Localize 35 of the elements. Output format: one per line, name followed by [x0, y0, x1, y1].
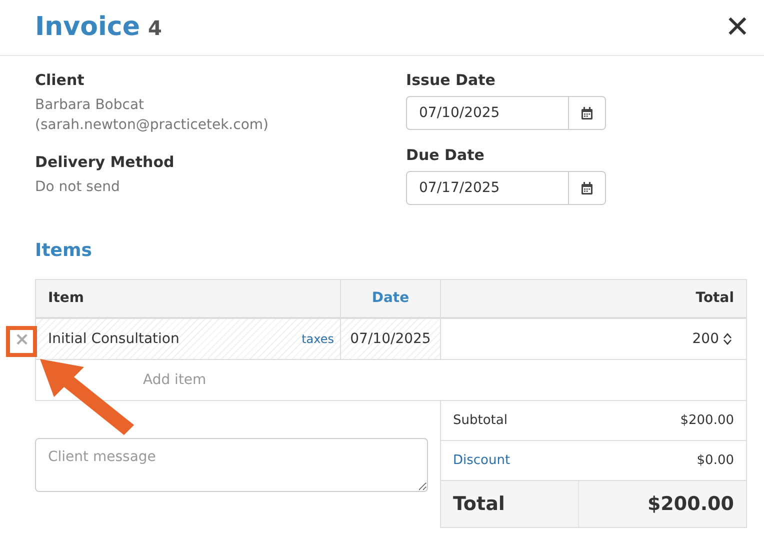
total-value[interactable]: 200 — [692, 328, 719, 350]
field-label: Due Date — [406, 145, 486, 165]
calendar-button[interactable] — [569, 171, 606, 205]
summary-value: $200.00 — [646, 492, 735, 517]
column-header: Item — [36, 280, 341, 317]
item-name: Initial Consultation — [48, 330, 180, 348]
invoice-number: 4 — [148, 15, 162, 42]
client-name: Barbara Bobcat — [35, 96, 146, 115]
calendar-icon — [581, 106, 593, 120]
summary-label: Total — [441, 481, 579, 527]
discount-link[interactable]: Discount — [453, 450, 510, 470]
client-email: (sarah.newton@practicetek.com) — [35, 116, 270, 135]
calendar-button[interactable] — [569, 96, 606, 130]
column-header: Total — [694, 289, 735, 308]
highlight-box — [6, 326, 37, 357]
taxes-link[interactable]: taxes — [302, 330, 334, 348]
stepper-icon[interactable] — [723, 332, 732, 346]
section-title: Items — [35, 239, 93, 263]
add-item-field[interactable]: Add item — [135, 360, 747, 401]
item-cell[interactable]: Initial Consultation taxes — [36, 319, 341, 359]
close-button[interactable]: ✕ — [724, 12, 750, 42]
dialog-title: Invoice — [35, 11, 140, 44]
field-label: Client — [35, 70, 86, 90]
delivery-method: Do not send — [35, 178, 121, 197]
field-label: Delivery Method — [35, 152, 176, 172]
column-header[interactable]: Date — [341, 280, 441, 317]
summary-value: $200.00 — [680, 412, 734, 430]
date-field[interactable]: 07/17/2025 — [406, 171, 569, 205]
date-field[interactable]: 07/10/2025 — [406, 96, 569, 130]
summary-value: $0.00 — [696, 452, 734, 470]
calendar-icon — [581, 182, 593, 194]
field-label: Issue Date — [406, 70, 496, 90]
summary-label: Subtotal — [453, 412, 508, 430]
date-cell[interactable]: 07/10/2025 — [341, 319, 441, 359]
message-field[interactable]: Client message — [35, 438, 428, 492]
